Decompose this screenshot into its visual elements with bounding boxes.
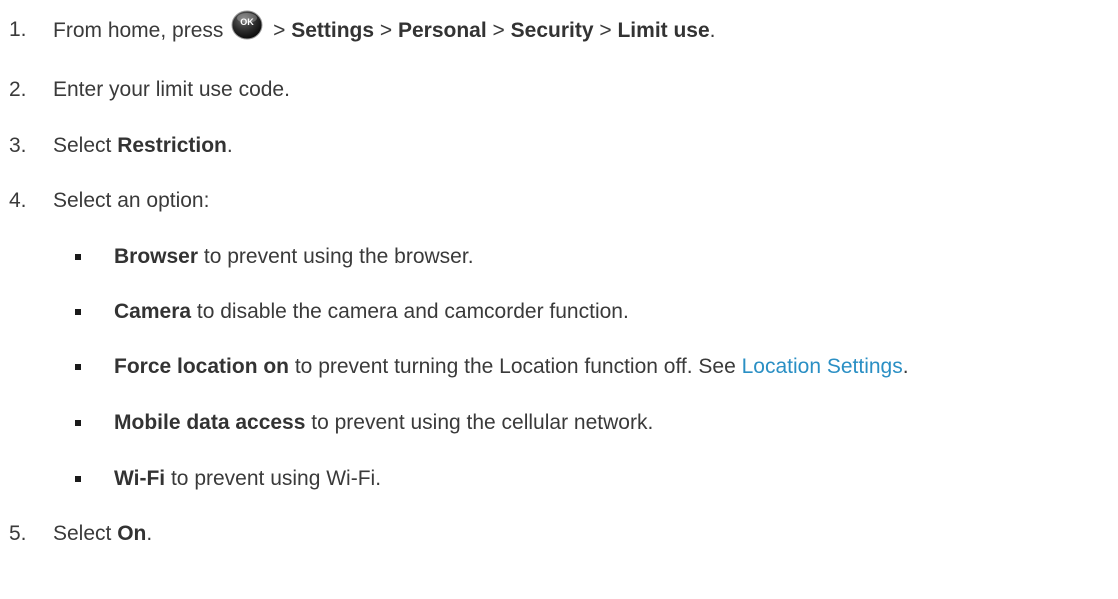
period: .	[226, 134, 233, 157]
step-number: 5.	[9, 522, 27, 545]
step-number: 3.	[9, 134, 27, 157]
period: .	[709, 19, 716, 42]
step-prefix: Select	[53, 134, 118, 157]
path-security: Security	[510, 19, 594, 42]
option-name: Camera	[114, 300, 192, 323]
option-name: Wi-Fi	[114, 467, 166, 490]
step-text: Enter your limit use code.	[53, 78, 290, 101]
option-description: to disable the camera and camcorder func…	[191, 300, 629, 323]
ok-button-icon: OK	[231, 10, 263, 43]
step-text: From home, press OK > Settings > Persona…	[53, 10, 716, 44]
ok-button-label: OK	[240, 17, 254, 27]
option-name: Mobile data access	[114, 411, 306, 434]
option-text: Mobile data access to prevent using the …	[114, 410, 653, 436]
bullet-icon	[75, 309, 81, 315]
path-separator: >	[599, 19, 612, 42]
step-text: Select Restriction.	[53, 133, 233, 159]
location-settings-link[interactable]: Location Settings	[742, 355, 903, 378]
option-text: Force location on to prevent turning the…	[114, 354, 909, 380]
step-text: Select On.	[53, 521, 152, 547]
path-separator: >	[492, 19, 505, 42]
bullet-icon	[75, 254, 81, 260]
path-separator: >	[379, 19, 393, 42]
path-personal: Personal	[397, 19, 487, 42]
bullet-icon	[75, 420, 81, 426]
step-prefix: Select	[53, 522, 118, 545]
instruction-page: { "steps": [ { "number": "1.", "prefix":…	[0, 0, 1118, 599]
restriction-label: Restriction	[117, 134, 227, 157]
step-number: 1.	[9, 18, 27, 41]
option-text: Browser to prevent using the browser.	[114, 244, 474, 270]
option-description: to prevent turning the Location function…	[289, 355, 742, 378]
option-text: Wi-Fi to prevent using Wi-Fi.	[114, 466, 381, 492]
option-description: to prevent using the cellular network.	[305, 411, 654, 434]
option-name: Browser	[114, 245, 199, 268]
period: .	[146, 522, 153, 545]
step-text: Select an option:	[53, 189, 210, 212]
bullet-icon	[75, 476, 81, 482]
step-number: 4.	[9, 189, 27, 212]
option-description: to prevent using the browser.	[198, 245, 474, 268]
option-name: Force location on	[114, 355, 290, 378]
option-description: to prevent using Wi-Fi.	[165, 467, 382, 490]
option-text: Camera to disable the camera and camcord…	[114, 299, 629, 325]
path-settings: Settings	[291, 19, 375, 42]
step-number: 2.	[9, 78, 27, 101]
period: .	[902, 355, 909, 378]
bullet-icon	[75, 364, 81, 370]
step-prefix: From home, press	[53, 19, 224, 42]
on-label: On	[117, 522, 147, 545]
path-separator: >	[273, 19, 286, 42]
path-limit-use: Limit use	[617, 19, 710, 42]
